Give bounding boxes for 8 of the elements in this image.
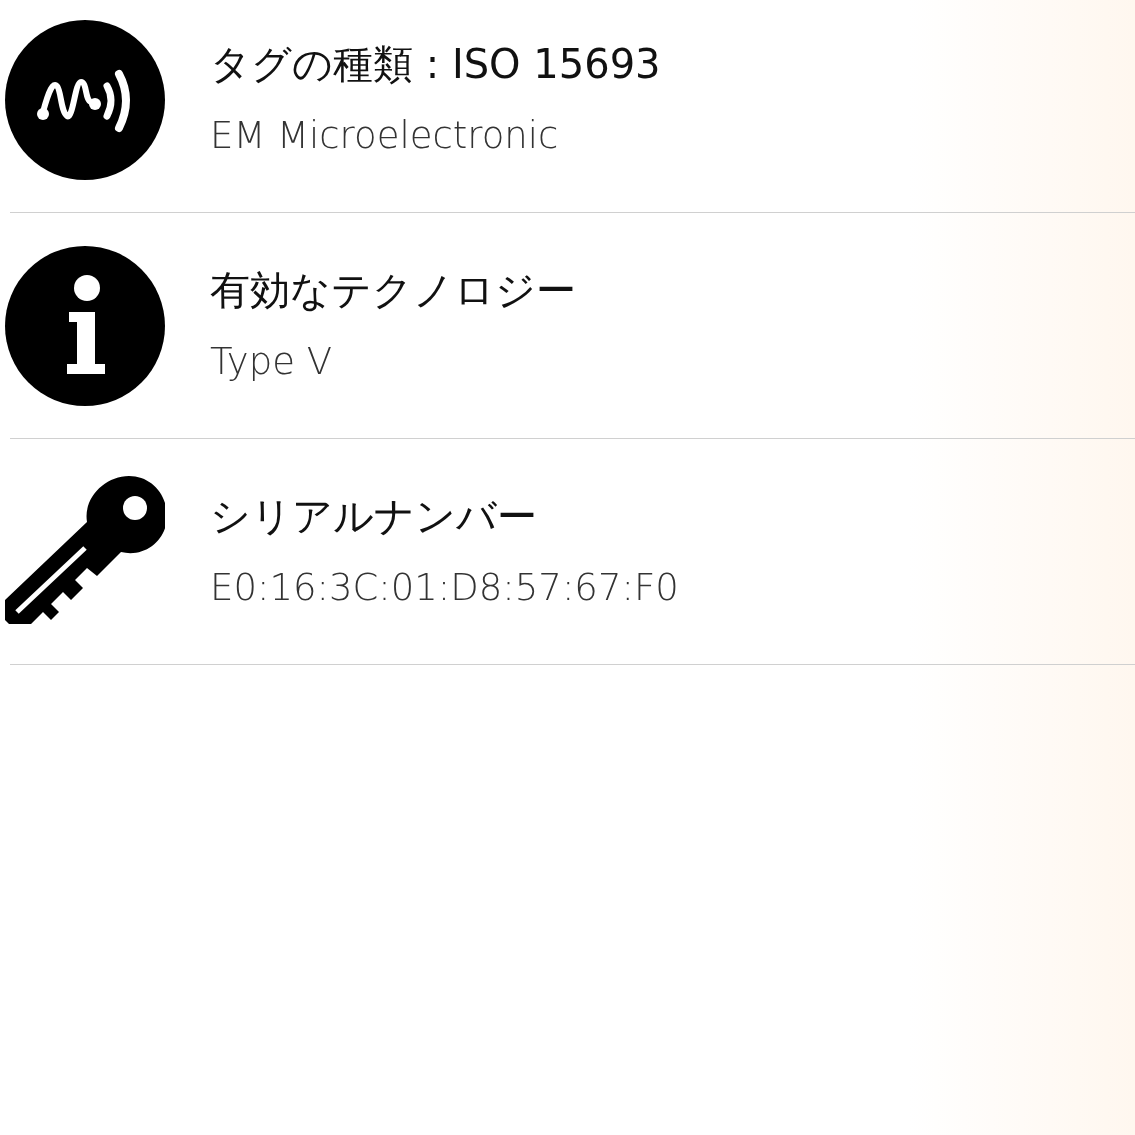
item-value: E0:16:3C:01:D8:57:67:F0 xyxy=(210,564,679,611)
info-icon xyxy=(5,245,165,406)
nfc-signal-icon xyxy=(5,19,165,180)
item-title: 有効なテクノロジー xyxy=(210,265,576,315)
item-title: シリアルナンバー xyxy=(210,491,538,541)
item-value: Type V xyxy=(210,338,334,385)
item-value: EM Microelectronic xyxy=(210,112,560,159)
item-title: タグの種類 : ISO 15693 xyxy=(210,39,661,89)
